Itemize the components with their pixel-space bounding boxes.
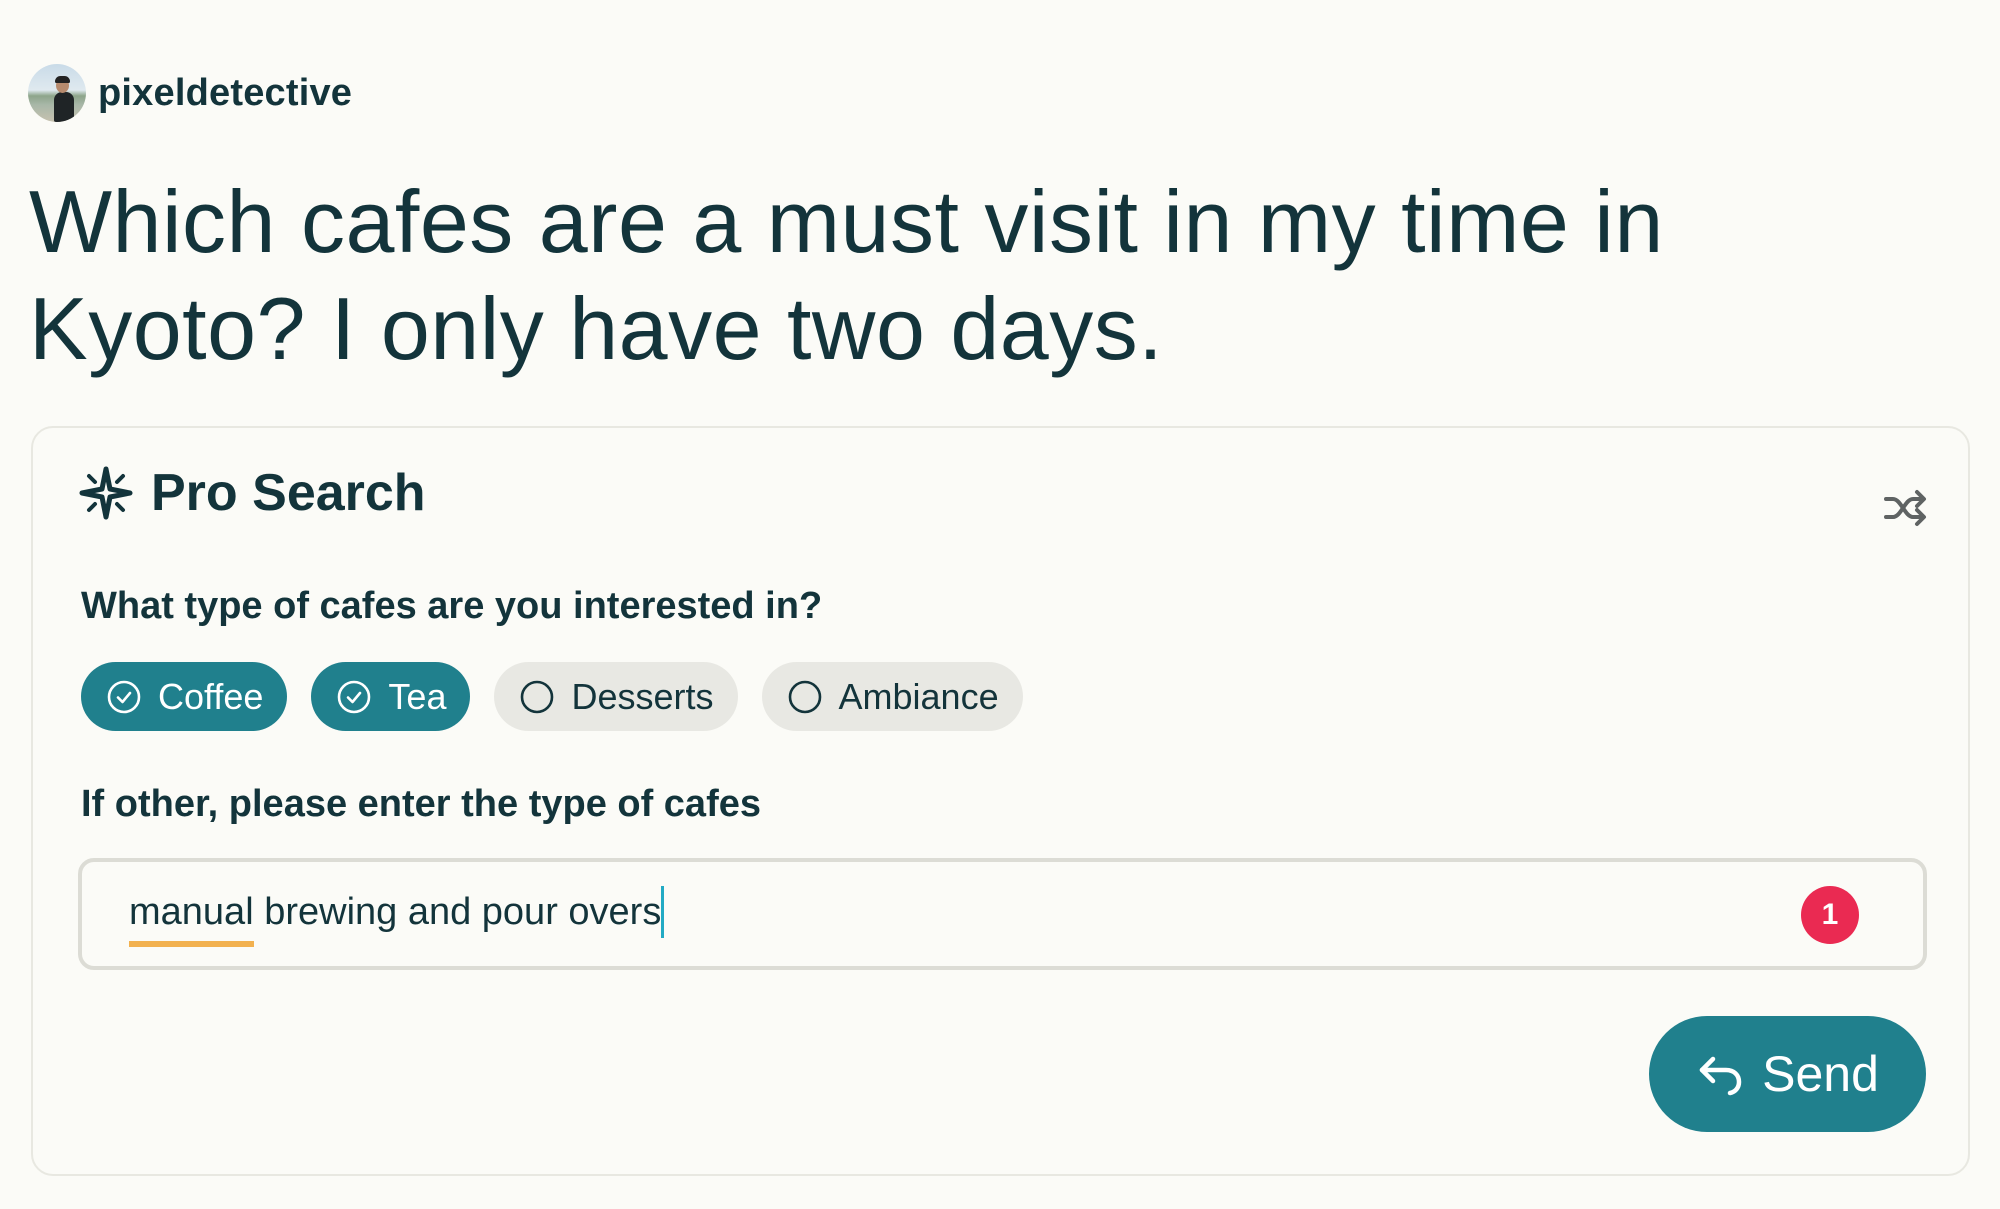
shuffle-icon xyxy=(1884,490,1926,526)
option-label: Tea xyxy=(388,675,447,717)
pro-search-card: Pro Search What type of cafes are you in… xyxy=(31,426,1970,1176)
option-ambiance[interactable]: Ambiance xyxy=(761,662,1023,731)
empty-circle-icon xyxy=(521,680,554,713)
spellcheck-badge[interactable]: 1 xyxy=(1801,886,1859,944)
misspelled-word[interactable]: manual xyxy=(129,891,254,933)
pro-search-title: Pro Search xyxy=(151,464,426,522)
user-header: pixeldetective xyxy=(28,63,352,123)
check-circle-icon xyxy=(107,680,141,713)
shuffle-button[interactable] xyxy=(1883,486,1929,530)
other-type-label: If other, please enter the type of cafes xyxy=(81,783,761,825)
user-avatar[interactable] xyxy=(28,64,86,122)
option-tea[interactable]: Tea xyxy=(311,662,471,731)
pro-search-header: Pro Search xyxy=(79,463,426,523)
option-label: Desserts xyxy=(571,675,714,717)
avatar-hair xyxy=(55,76,70,83)
reply-arrow-icon xyxy=(1699,1056,1742,1096)
avatar-figure xyxy=(54,92,74,122)
question-cafe-type: What type of cafes are you interested in… xyxy=(81,585,823,627)
option-label: Ambiance xyxy=(838,675,999,717)
input-value-rest: brewing and pour overs xyxy=(253,891,662,934)
cafe-type-options: Coffee Tea Desserts Ambiance xyxy=(81,662,1023,731)
check-circle-icon xyxy=(338,680,371,713)
option-label: Coffee xyxy=(158,675,264,717)
option-coffee[interactable]: Coffee xyxy=(81,662,288,731)
username[interactable]: pixeldetective xyxy=(98,72,352,115)
other-type-input[interactable]: manual brewing and pour overs 1 xyxy=(78,858,1927,970)
input-value[interactable]: manual brewing and pour overs xyxy=(129,886,665,940)
send-button[interactable]: Send xyxy=(1649,1016,1926,1132)
option-desserts[interactable]: Desserts xyxy=(494,662,738,731)
query-headline: Which cafes are a must visit in my time … xyxy=(29,172,1664,378)
empty-circle-icon xyxy=(788,680,821,713)
sparkle-star-icon xyxy=(79,466,133,520)
text-caret xyxy=(661,886,665,938)
send-label: Send xyxy=(1762,1046,1879,1102)
